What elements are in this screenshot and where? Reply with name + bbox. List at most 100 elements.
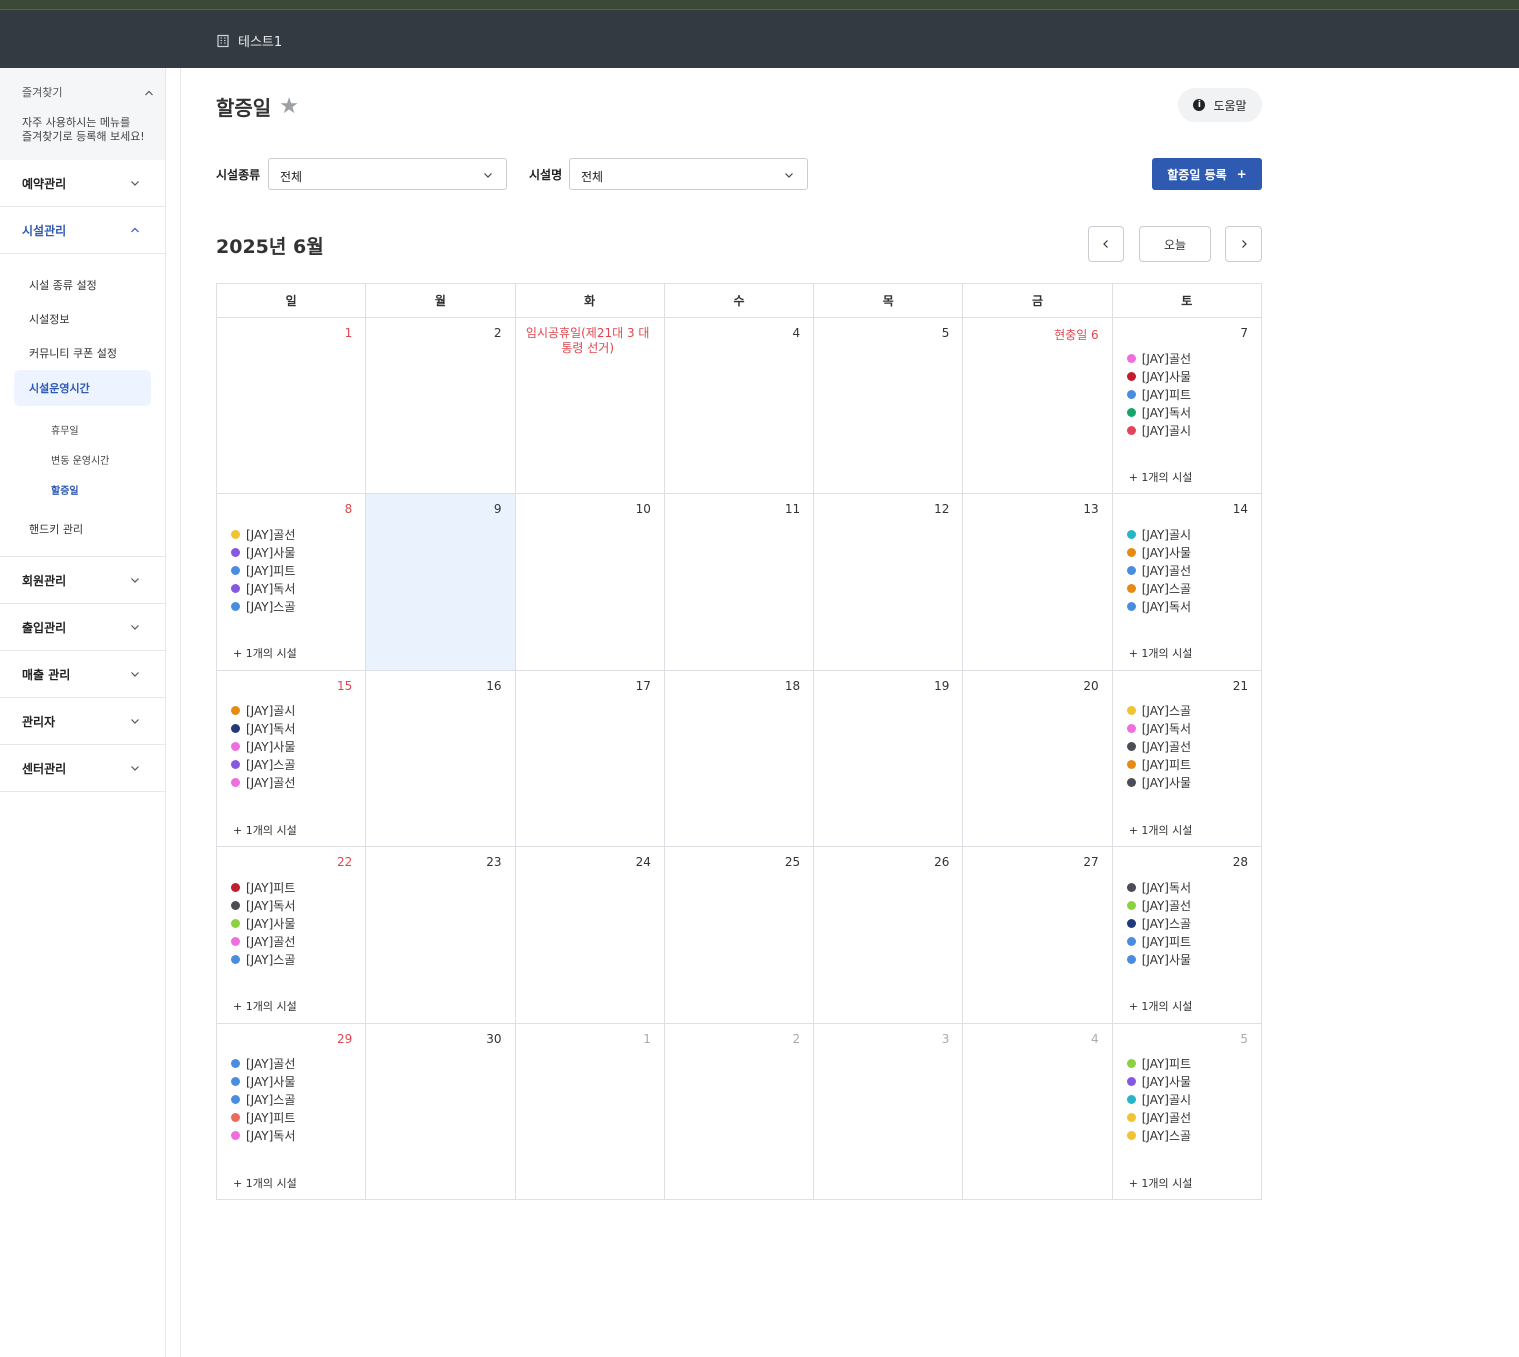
event-item[interactable]: [JAY]골선	[1126, 349, 1191, 367]
calendar-day-cell[interactable]: 4	[664, 318, 815, 495]
more-facilities-link[interactable]: + 1개의 시설	[233, 1175, 297, 1191]
calendar-day-cell[interactable]: 20	[963, 670, 1113, 848]
event-item[interactable]: [JAY]골선	[1126, 1109, 1191, 1127]
event-item[interactable]: [JAY]골선	[231, 932, 295, 950]
event-item[interactable]: [JAY]피트	[1126, 756, 1191, 774]
submenu-facility-type[interactable]: 시설 종류 설정	[14, 268, 151, 302]
calendar-day-cell[interactable]: 14 [JAY]골시 [JAY]사물 [JAY]골선 [JAY]스골 [JAY]독서 + 1…	[1112, 494, 1262, 671]
more-facilities-link[interactable]: + 1개의 시설	[1129, 645, 1193, 661]
event-item[interactable]: [JAY]골시	[1126, 525, 1191, 543]
event-item[interactable]: [JAY]골시	[1126, 1091, 1191, 1109]
menu-members[interactable]: 회원관리	[0, 557, 165, 604]
facility-name-select[interactable]: 전체	[569, 158, 808, 190]
menu-access[interactable]: 출입관리	[0, 604, 165, 651]
calendar-day-cell[interactable]: 10	[515, 494, 665, 671]
event-item[interactable]: [JAY]스골	[1126, 579, 1191, 597]
center-selector[interactable]: 테스트1	[216, 31, 282, 50]
menu-reservation[interactable]: 예약관리	[0, 160, 165, 207]
event-item[interactable]: [JAY]피트	[231, 1109, 295, 1127]
calendar-day-cell[interactable]: 23	[366, 847, 516, 1024]
calendar-day-cell[interactable]: 3	[814, 1023, 964, 1200]
event-item[interactable]: [JAY]사물	[1126, 367, 1191, 385]
event-item[interactable]: [JAY]독서	[1126, 720, 1191, 738]
calendar-day-cell[interactable]: 26	[814, 847, 964, 1024]
event-item[interactable]: [JAY]독서	[231, 1127, 295, 1145]
calendar-day-cell[interactable]: 11	[664, 494, 815, 671]
event-item[interactable]: [JAY]골선	[1126, 896, 1191, 914]
event-item[interactable]: [JAY]사물	[1126, 543, 1191, 561]
event-item[interactable]: [JAY]스골	[231, 756, 295, 774]
today-button[interactable]: 오늘	[1139, 226, 1211, 262]
more-facilities-link[interactable]: + 1개의 시설	[1129, 469, 1193, 485]
event-item[interactable]: [JAY]골선	[231, 525, 295, 543]
submenu-coupon-settings[interactable]: 커뮤니티 쿠폰 설정	[14, 336, 151, 370]
event-item[interactable]: [JAY]골선	[1126, 561, 1191, 579]
event-item[interactable]: [JAY]사물	[231, 543, 295, 561]
calendar-day-cell-today[interactable]: 9	[366, 494, 516, 671]
event-item[interactable]: [JAY]스골	[1126, 702, 1191, 720]
calendar-day-cell[interactable]: 2	[366, 318, 516, 495]
calendar-day-cell[interactable]: 7 [JAY]골선 [JAY]사물 [JAY]피트 [JAY]독서 [JAY]골시 + 1개…	[1112, 318, 1262, 495]
menu-facility[interactable]: 시설관리	[0, 207, 165, 254]
event-item[interactable]: [JAY]사물	[1126, 1073, 1191, 1091]
chevron-up-icon[interactable]	[143, 84, 155, 96]
more-facilities-link[interactable]: + 1개의 시설	[1129, 822, 1193, 838]
calendar-day-cell[interactable]: 17	[515, 670, 665, 848]
event-item[interactable]: [JAY]스골	[1126, 914, 1191, 932]
calendar-day-cell[interactable]: 8 [JAY]골선 [JAY]사물 [JAY]피트 [JAY]독서 [JAY]스골 + 1개…	[217, 494, 367, 671]
calendar-day-cell[interactable]: 21 [JAY]스골 [JAY]독서 [JAY]골선 [JAY]피트 [JAY]사물 + 1…	[1112, 670, 1262, 848]
calendar-day-cell[interactable]: 2	[664, 1023, 815, 1200]
calendar-day-cell[interactable]: 15 [JAY]골시 [JAY]독서 [JAY]사물 [JAY]스골 [JAY]골선 + 1…	[217, 670, 367, 848]
event-item[interactable]: [JAY]독서	[231, 896, 295, 914]
calendar-day-cell[interactable]: 27	[963, 847, 1113, 1024]
event-item[interactable]: [JAY]스골	[231, 950, 295, 968]
event-item[interactable]: [JAY]피트	[231, 561, 295, 579]
event-item[interactable]: [JAY]독서	[1126, 878, 1191, 896]
submenu-variable-hours[interactable]: 변동 운영시간	[51, 444, 151, 474]
facility-type-select[interactable]: 전체	[268, 158, 507, 190]
more-facilities-link[interactable]: + 1개의 시설	[233, 998, 297, 1014]
event-item[interactable]: [JAY]피트	[1126, 932, 1191, 950]
more-facilities-link[interactable]: + 1개의 시설	[233, 645, 297, 661]
event-item[interactable]: [JAY]사물	[231, 914, 295, 932]
submenu-facility-info[interactable]: 시설정보	[14, 302, 151, 336]
calendar-day-cell[interactable]: 30	[366, 1023, 516, 1200]
register-surcharge-button[interactable]: 할증일 등록 +	[1152, 158, 1262, 190]
event-item[interactable]: [JAY]스골	[231, 1091, 295, 1109]
calendar-day-cell[interactable]: 28 [JAY]독서 [JAY]골선 [JAY]스골 [JAY]피트 [JAY]사물 + 1…	[1112, 847, 1262, 1024]
event-item[interactable]: [JAY]피트	[1126, 385, 1191, 403]
menu-sales[interactable]: 매출 관리	[0, 651, 165, 698]
event-item[interactable]: [JAY]독서	[231, 720, 295, 738]
calendar-day-cell[interactable]: 1	[515, 1023, 665, 1200]
more-facilities-link[interactable]: + 1개의 시설	[1129, 1175, 1193, 1191]
calendar-day-cell[interactable]: 25	[664, 847, 815, 1024]
submenu-handkey[interactable]: 핸드키 관리	[14, 512, 151, 546]
menu-center[interactable]: 센터관리	[0, 745, 165, 792]
prev-month-button[interactable]	[1088, 226, 1124, 262]
event-item[interactable]: [JAY]골선	[1126, 738, 1191, 756]
calendar-day-cell[interactable]: 29 [JAY]골선 [JAY]사물 [JAY]스골 [JAY]피트 [JAY]독서 + 1…	[217, 1023, 367, 1200]
calendar-day-cell[interactable]: 19	[814, 670, 964, 848]
event-item[interactable]: [JAY]스골	[231, 597, 295, 615]
calendar-day-cell[interactable]: 16	[366, 670, 516, 848]
calendar-day-cell[interactable]: 현충일 6	[963, 318, 1113, 495]
menu-admin[interactable]: 관리자	[0, 698, 165, 745]
event-item[interactable]: [JAY]사물	[231, 1073, 295, 1091]
calendar-day-cell[interactable]: 24	[515, 847, 665, 1024]
calendar-day-cell[interactable]: 5 [JAY]피트 [JAY]사물 [JAY]골시 [JAY]골선 [JAY]스골 + 1개…	[1112, 1023, 1262, 1200]
event-item[interactable]: [JAY]스골	[1126, 1127, 1191, 1145]
help-button[interactable]: i 도움말	[1178, 88, 1262, 122]
calendar-day-cell[interactable]: 12	[814, 494, 964, 671]
event-item[interactable]: [JAY]골시	[1126, 421, 1191, 439]
calendar-day-cell[interactable]: 13	[963, 494, 1113, 671]
more-facilities-link[interactable]: + 1개의 시설	[1129, 998, 1193, 1014]
more-facilities-link[interactable]: + 1개의 시설	[233, 822, 297, 838]
submenu-closed-days[interactable]: 휴무일	[51, 414, 151, 444]
calendar-day-cell[interactable]: 1	[217, 318, 367, 495]
submenu-operating-hours[interactable]: 시설운영시간	[14, 370, 151, 406]
event-item[interactable]: [JAY]독서	[1126, 403, 1191, 421]
calendar-day-cell[interactable]: 4	[963, 1023, 1113, 1200]
event-item[interactable]: [JAY]사물	[231, 738, 295, 756]
event-item[interactable]: [JAY]골선	[231, 1055, 295, 1073]
calendar-day-cell[interactable]: 18	[664, 670, 815, 848]
